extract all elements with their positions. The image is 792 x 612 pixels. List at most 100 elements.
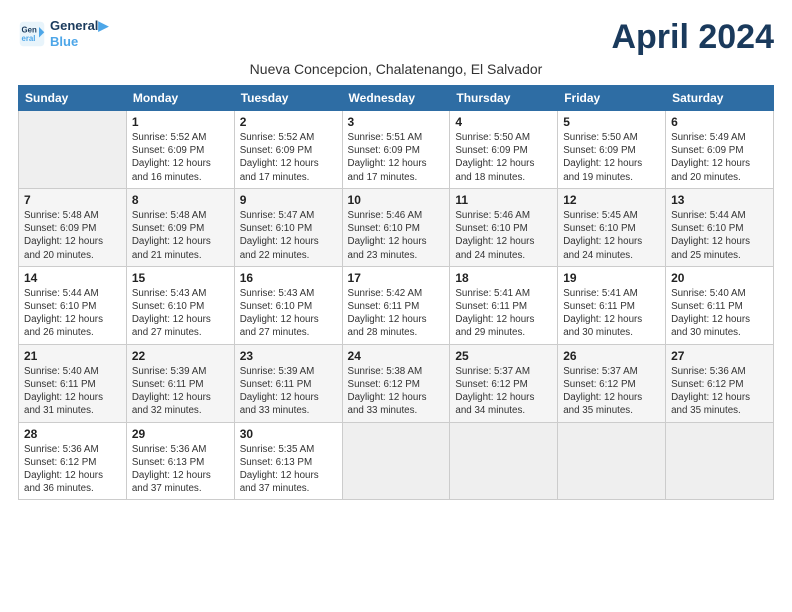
day-info: Sunrise: 5:35 AM Sunset: 6:13 PM Dayligh…: [240, 443, 337, 496]
calendar-cell: 27Sunrise: 5:36 AM Sunset: 6:12 PM Dayli…: [666, 344, 774, 422]
day-number: 17: [348, 271, 445, 285]
day-info: Sunrise: 5:43 AM Sunset: 6:10 PM Dayligh…: [240, 287, 337, 340]
day-info: Sunrise: 5:50 AM Sunset: 6:09 PM Dayligh…: [455, 131, 552, 184]
day-info: Sunrise: 5:44 AM Sunset: 6:10 PM Dayligh…: [671, 209, 768, 262]
calendar-cell: 6 Sunrise: 5:49 AM Sunset: 6:09 PM Daylig…: [666, 111, 774, 189]
day-number: 3: [348, 115, 445, 129]
day-number: 6: [671, 115, 768, 129]
day-info: Sunrise: 5:37 AM Sunset: 6:12 PM Dayligh…: [563, 365, 660, 418]
day-info: Sunrise: 5:48 AM Sunset: 6:09 PM Dayligh…: [132, 209, 229, 262]
svg-text:Gen: Gen: [22, 25, 37, 34]
day-number: 24: [348, 349, 445, 363]
day-number: 23: [240, 349, 337, 363]
day-number: 8: [132, 193, 229, 207]
calendar-cell: [342, 422, 450, 500]
day-info: Sunrise: 5:38 AM Sunset: 6:12 PM Dayligh…: [348, 365, 445, 418]
calendar-cell: 19 Sunrise: 5:41 AM Sunset: 6:11 PM Dayli…: [558, 266, 666, 344]
calendar-cell: 25 Sunrise: 5:37 AM Sunset: 6:12 PM Dayli…: [450, 344, 558, 422]
day-number: 19: [563, 271, 660, 285]
logo-icon: Gen eral: [18, 20, 46, 48]
calendar-cell: 15Sunrise: 5:43 AM Sunset: 6:10 PM Dayli…: [126, 266, 234, 344]
calendar-cell: 29 Sunrise: 5:36 AM Sunset: 6:13 PM Dayli…: [126, 422, 234, 500]
day-number: 25: [455, 349, 552, 363]
calendar-cell: 20Sunrise: 5:40 AM Sunset: 6:11 PM Dayli…: [666, 266, 774, 344]
day-info: Sunrise: 5:51 AM Sunset: 6:09 PM Dayligh…: [348, 131, 445, 184]
calendar-cell: [450, 422, 558, 500]
day-number: 9: [240, 193, 337, 207]
day-number: 2: [240, 115, 337, 129]
month-title: April 2024: [611, 18, 774, 57]
day-number: 5: [563, 115, 660, 129]
day-info: Sunrise: 5:47 AM Sunset: 6:10 PM Dayligh…: [240, 209, 337, 262]
calendar-cell: 22 Sunrise: 5:39 AM Sunset: 6:11 PM Dayli…: [126, 344, 234, 422]
day-info: Sunrise: 5:37 AM Sunset: 6:12 PM Dayligh…: [455, 365, 552, 418]
calendar-cell: 4 Sunrise: 5:50 AM Sunset: 6:09 PM Daylig…: [450, 111, 558, 189]
calendar-cell: 17 Sunrise: 5:42 AM Sunset: 6:11 PM Dayli…: [342, 266, 450, 344]
day-number: 18: [455, 271, 552, 285]
day-info: Sunrise: 5:36 AM Sunset: 6:13 PM Dayligh…: [132, 443, 229, 496]
location-subtitle: Nueva Concepcion, Chalatenango, El Salva…: [18, 61, 774, 77]
calendar-cell: [666, 422, 774, 500]
day-info: Sunrise: 5:44 AM Sunset: 6:10 PM Dayligh…: [24, 287, 121, 340]
day-number: 12: [563, 193, 660, 207]
day-info: Sunrise: 5:46 AM Sunset: 6:10 PM Dayligh…: [455, 209, 552, 262]
day-number: 22: [132, 349, 229, 363]
day-info: Sunrise: 5:41 AM Sunset: 6:11 PM Dayligh…: [455, 287, 552, 340]
calendar-cell: 1 Sunrise: 5:52 AM Sunset: 6:09 PM Daylig…: [126, 111, 234, 189]
day-info: Sunrise: 5:49 AM Sunset: 6:09 PM Dayligh…: [671, 131, 768, 184]
calendar-cell: 14 Sunrise: 5:44 AM Sunset: 6:10 PM Dayli…: [19, 266, 127, 344]
calendar-cell: 9 Sunrise: 5:47 AM Sunset: 6:10 PM Daylig…: [234, 188, 342, 266]
calendar-cell: 8 Sunrise: 5:48 AM Sunset: 6:09 PM Daylig…: [126, 188, 234, 266]
day-info: Sunrise: 5:52 AM Sunset: 6:09 PM Dayligh…: [132, 131, 229, 184]
day-info: Sunrise: 5:50 AM Sunset: 6:09 PM Dayligh…: [563, 131, 660, 184]
weekday-header: Saturday: [666, 86, 774, 111]
day-info: Sunrise: 5:46 AM Sunset: 6:10 PM Dayligh…: [348, 209, 445, 262]
calendar-cell: 21Sunrise: 5:40 AM Sunset: 6:11 PM Dayli…: [19, 344, 127, 422]
calendar-cell: 18 Sunrise: 5:41 AM Sunset: 6:11 PM Dayli…: [450, 266, 558, 344]
weekday-header: Monday: [126, 86, 234, 111]
calendar-cell: 2 Sunrise: 5:52 AM Sunset: 6:09 PM Daylig…: [234, 111, 342, 189]
weekday-header: Tuesday: [234, 86, 342, 111]
calendar-table: SundayMondayTuesdayWednesdayThursdayFrid…: [18, 85, 774, 500]
calendar-cell: 5 Sunrise: 5:50 AM Sunset: 6:09 PM Daylig…: [558, 111, 666, 189]
calendar-cell: 28Sunrise: 5:36 AM Sunset: 6:12 PM Dayli…: [19, 422, 127, 500]
day-info: Sunrise: 5:52 AM Sunset: 6:09 PM Dayligh…: [240, 131, 337, 184]
calendar-cell: 26 Sunrise: 5:37 AM Sunset: 6:12 PM Dayli…: [558, 344, 666, 422]
day-number: 21: [24, 349, 121, 363]
day-number: 29: [132, 427, 229, 441]
day-number: 26: [563, 349, 660, 363]
calendar-cell: [558, 422, 666, 500]
day-number: 20: [671, 271, 768, 285]
calendar-cell: 30 Sunrise: 5:35 AM Sunset: 6:13 PM Dayli…: [234, 422, 342, 500]
weekday-header: Thursday: [450, 86, 558, 111]
day-info: Sunrise: 5:45 AM Sunset: 6:10 PM Dayligh…: [563, 209, 660, 262]
day-info: Sunrise: 5:42 AM Sunset: 6:11 PM Dayligh…: [348, 287, 445, 340]
weekday-header: Friday: [558, 86, 666, 111]
day-number: 7: [24, 193, 121, 207]
day-number: 30: [240, 427, 337, 441]
svg-text:eral: eral: [22, 34, 36, 43]
day-info: Sunrise: 5:43 AM Sunset: 6:10 PM Dayligh…: [132, 287, 229, 340]
day-info: Sunrise: 5:41 AM Sunset: 6:11 PM Dayligh…: [563, 287, 660, 340]
day-number: 13: [671, 193, 768, 207]
calendar-cell: 16 Sunrise: 5:43 AM Sunset: 6:10 PM Dayli…: [234, 266, 342, 344]
day-info: Sunrise: 5:39 AM Sunset: 6:11 PM Dayligh…: [132, 365, 229, 418]
day-number: 14: [24, 271, 121, 285]
day-info: Sunrise: 5:36 AM Sunset: 6:12 PM Dayligh…: [24, 443, 121, 496]
day-info: Sunrise: 5:48 AM Sunset: 6:09 PM Dayligh…: [24, 209, 121, 262]
day-number: 1: [132, 115, 229, 129]
logo-text: General▶ Blue: [50, 18, 108, 49]
day-number: 10: [348, 193, 445, 207]
calendar-cell: 13 Sunrise: 5:44 AM Sunset: 6:10 PM Dayli…: [666, 188, 774, 266]
logo: Gen eral General▶ Blue: [18, 18, 108, 49]
calendar-cell: 11Sunrise: 5:46 AM Sunset: 6:10 PM Dayli…: [450, 188, 558, 266]
calendar-cell: 24 Sunrise: 5:38 AM Sunset: 6:12 PM Dayli…: [342, 344, 450, 422]
day-info: Sunrise: 5:39 AM Sunset: 6:11 PM Dayligh…: [240, 365, 337, 418]
day-number: 16: [240, 271, 337, 285]
day-number: 4: [455, 115, 552, 129]
calendar-cell: 3 Sunrise: 5:51 AM Sunset: 6:09 PM Daylig…: [342, 111, 450, 189]
calendar-cell: 7 Sunrise: 5:48 AM Sunset: 6:09 PM Daylig…: [19, 188, 127, 266]
calendar-cell: 12 Sunrise: 5:45 AM Sunset: 6:10 PM Dayli…: [558, 188, 666, 266]
calendar-cell: 23 Sunrise: 5:39 AM Sunset: 6:11 PM Dayli…: [234, 344, 342, 422]
weekday-header: Wednesday: [342, 86, 450, 111]
